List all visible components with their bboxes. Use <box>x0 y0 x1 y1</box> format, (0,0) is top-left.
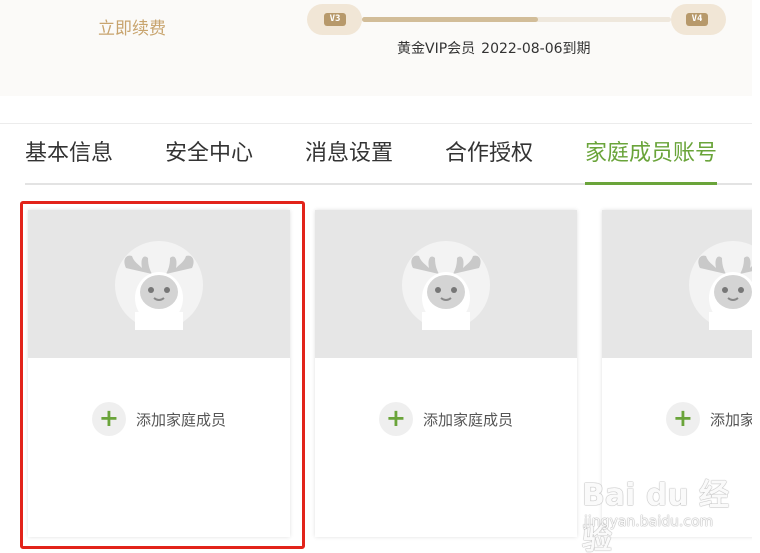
divider <box>0 123 752 124</box>
watermark-url: jingyan.baidu.com <box>584 514 714 530</box>
tab-authorization[interactable]: 合作授权 <box>445 137 533 183</box>
family-member-card[interactable]: + 添加家庭成员 <box>315 210 577 537</box>
watermark-logo: Bai du 经验 <box>582 478 730 553</box>
baidu-jingyan-watermark: Bai du 经验 jingyan.baidu.com <box>582 470 752 553</box>
add-family-member-button[interactable]: + 添加家庭成员 <box>602 402 752 436</box>
level-progress-fill <box>362 17 539 22</box>
expiry-date: 2022-08-06到期 <box>481 41 591 57</box>
add-family-member-label: 添加家庭成员 <box>709 410 752 429</box>
plus-icon: + <box>378 402 413 436</box>
add-family-member-label: 添加家庭成员 <box>422 410 513 429</box>
current-level-badge: V3 <box>307 4 362 35</box>
card-avatar-area <box>602 210 752 358</box>
add-family-member-label: 添加家庭成员 <box>135 410 226 429</box>
renew-link[interactable]: 立即续费 <box>98 14 166 39</box>
plus-icon: + <box>665 402 700 436</box>
member-type: 黄金VIP会员 <box>397 41 476 57</box>
add-family-member-button[interactable]: + 添加家庭成员 <box>28 402 290 436</box>
deer-avatar-icon <box>402 241 490 330</box>
deer-avatar-icon <box>115 241 203 330</box>
family-member-card[interactable]: + 添加家庭成员 <box>28 210 290 537</box>
card-avatar-area <box>28 210 290 358</box>
vip-panel: 立即续费 V3 V4 黄金VIP会员 2022-08-06到期 <box>0 0 752 96</box>
next-level-icon: V4 <box>686 13 708 26</box>
tab-family-accounts[interactable]: 家庭成员账号 <box>585 137 718 185</box>
card-avatar-area <box>315 210 577 358</box>
add-family-member-button[interactable]: + 添加家庭成员 <box>315 402 577 436</box>
vip-level-progress: V3 V4 <box>307 4 726 35</box>
tab-message-settings[interactable]: 消息设置 <box>305 137 393 183</box>
tab-basic-info[interactable]: 基本信息 <box>25 137 113 183</box>
vip-status: 黄金VIP会员 2022-08-06到期 <box>397 38 591 58</box>
deer-avatar-icon <box>689 241 752 330</box>
tab-security-center[interactable]: 安全中心 <box>165 137 253 183</box>
next-level-badge: V4 <box>671 4 726 35</box>
current-level-icon: V3 <box>324 13 346 26</box>
plus-icon: + <box>91 402 126 436</box>
level-progress-bar <box>362 17 671 22</box>
tab-bar: 基本信息 安全中心 消息设置 合作授权 家庭成员账号 <box>25 137 752 185</box>
